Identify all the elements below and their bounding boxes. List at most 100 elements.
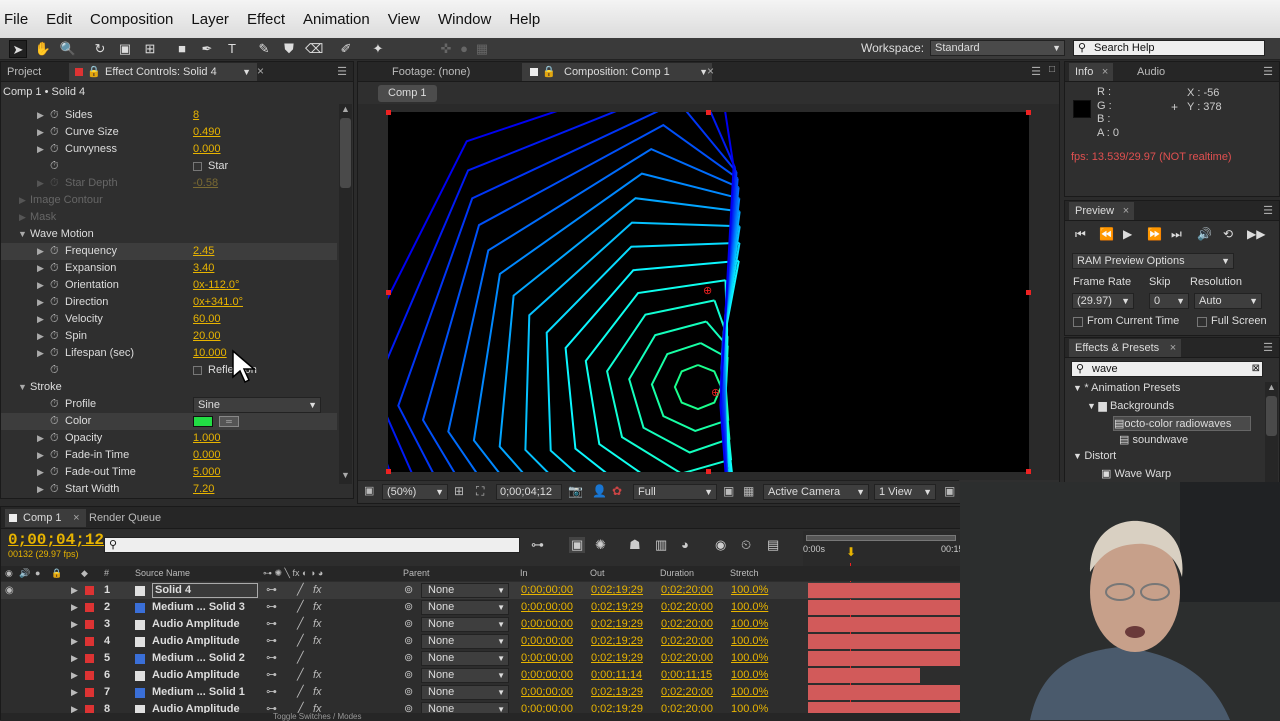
scroll-down-icon[interactable]: ▼: [341, 470, 350, 480]
quality-icon[interactable]: ╱: [297, 616, 304, 633]
layer-source-name[interactable]: Medium ... Solid 2: [152, 650, 245, 667]
shy-icon[interactable]: ⊶: [266, 633, 277, 650]
layer-duration[interactable]: 0;02;20;00: [661, 582, 713, 599]
stopwatch-icon[interactable]: ⏱: [50, 328, 59, 345]
channels-icon[interactable]: ✿: [612, 484, 622, 498]
tab-render-queue[interactable]: Render Queue: [83, 509, 167, 527]
eyedropper-icon[interactable]: ═: [219, 416, 239, 427]
layer-duration-bar[interactable]: [808, 600, 961, 615]
roto-brush-tool-icon[interactable]: ✐: [337, 40, 355, 58]
layer-out-time[interactable]: 0;02;19;29: [591, 616, 643, 633]
lock-icon[interactable]: 🔒: [87, 63, 101, 81]
timeline-layer-row[interactable]: ▶ 3 Audio Amplitude ⊶ ╱ fx ⊚ None ▼ 0;00;00;00 0;0…: [1, 616, 961, 633]
anchor-point-icon[interactable]: ⊕: [703, 284, 712, 297]
pickwhip-icon[interactable]: ⊚: [404, 582, 413, 599]
frame-blending-icon[interactable]: ▥: [655, 537, 667, 553]
quality-icon[interactable]: ╱: [297, 684, 304, 701]
star-checkbox[interactable]: [193, 162, 202, 171]
timeline-search-input[interactable]: ⚲: [104, 537, 520, 553]
tab-effect-controls[interactable]: 🔒 Effect Controls: Solid 4 ▼: [69, 63, 257, 81]
expansion-value[interactable]: 3.40: [193, 260, 214, 277]
stopwatch-icon[interactable]: ⏱: [50, 396, 59, 413]
prop-row-start-width[interactable]: ▶ ⏱ Start Width 7.20: [1, 481, 337, 497]
region-of-interest-icon[interactable]: ▣: [723, 484, 734, 498]
eye-icon[interactable]: ◉: [5, 582, 14, 599]
tree-item-octo-color[interactable]: ▤octo-color radiowaves: [1113, 416, 1251, 431]
tab-audio[interactable]: Audio: [1131, 63, 1171, 81]
panel-menu-icon[interactable]: ☰: [1031, 65, 1041, 78]
close-icon[interactable]: ×: [73, 509, 79, 527]
layer-out-time[interactable]: 0;02;19;29: [591, 582, 643, 599]
work-area-bar[interactable]: [806, 535, 956, 541]
timeline-layer-row[interactable]: ▶ 7 Medium ... Solid 1 ⊶ ╱ fx ⊚ None ▼ 0;00;00;00…: [1, 684, 961, 701]
scrollbar-thumb[interactable]: [340, 118, 351, 188]
prop-row-lifespan[interactable]: ▶ ⏱ Lifespan (sec) 10.000: [1, 345, 337, 362]
stopwatch-icon[interactable]: ⏱: [50, 158, 59, 175]
transform-handle[interactable]: [386, 469, 391, 474]
prop-row-reflection[interactable]: ⏱Reflection: [1, 362, 337, 379]
quality-icon[interactable]: ╱: [297, 582, 304, 599]
skip-dropdown[interactable]: 0 ▼: [1149, 293, 1189, 309]
pickwhip-icon[interactable]: ⊚: [404, 667, 413, 684]
resolution-dropdown[interactable]: Full ▼: [633, 484, 717, 500]
anchor-point-icon[interactable]: ⊕: [711, 386, 720, 399]
orientation-value[interactable]: 0x-112.0°: [193, 277, 239, 294]
layer-duration[interactable]: 0;02;20;00: [661, 599, 713, 616]
rectangle-tool-icon[interactable]: ■: [173, 40, 191, 58]
start-width-value[interactable]: 7.20: [193, 481, 214, 497]
show-snapshot-icon[interactable]: 👤: [592, 484, 607, 498]
axis-mode-icon[interactable]: ✜: [437, 40, 455, 58]
transform-handle[interactable]: [386, 290, 391, 295]
layer-source-name[interactable]: Audio Amplitude: [152, 633, 240, 650]
transparency-grid-icon[interactable]: ▦: [743, 484, 754, 498]
timeline-layer-row[interactable]: ▶ 5 Medium ... Solid 2 ⊶ ╱ ⊚ None ▼ 0;00;00;00 0;…: [1, 650, 961, 667]
opacity-value[interactable]: 1.000: [193, 430, 221, 447]
quality-icon[interactable]: ╱: [297, 633, 304, 650]
fx-icon[interactable]: fx: [313, 667, 322, 684]
close-icon[interactable]: ×: [707, 64, 714, 78]
tree-item-soundwave[interactable]: ▤ soundwave: [1119, 433, 1188, 446]
fx-icon[interactable]: fx: [313, 684, 322, 701]
stopwatch-icon[interactable]: ⏱: [50, 107, 59, 124]
prop-row-expansion[interactable]: ▶ ⏱ Expansion 3.40: [1, 260, 337, 277]
axis-view-icon[interactable]: ▦: [473, 40, 491, 58]
brainstorm-icon[interactable]: ◉: [715, 537, 726, 553]
fade-out-value[interactable]: 5.000: [193, 464, 221, 481]
transform-handle[interactable]: [706, 110, 711, 115]
label-color-icon[interactable]: [85, 620, 94, 629]
layer-stretch[interactable]: 100.0%: [731, 616, 768, 633]
layer-duration[interactable]: 0;02;20;00: [661, 650, 713, 667]
prop-row-fade-in[interactable]: ▶ ⏱ Fade-in Time 0.000: [1, 447, 337, 464]
layer-source-name[interactable]: Audio Amplitude: [152, 616, 240, 633]
menu-view[interactable]: View: [386, 11, 422, 28]
rotate-tool-icon[interactable]: ↻: [91, 40, 109, 58]
tab-effects-presets[interactable]: Effects & Presets ×: [1069, 339, 1182, 357]
transform-handle[interactable]: [1026, 290, 1031, 295]
previous-frame-icon[interactable]: ⏪: [1099, 227, 1114, 241]
layer-out-time[interactable]: 0;02;19;29: [591, 633, 643, 650]
stopwatch-icon[interactable]: ⏱: [50, 277, 59, 294]
stopwatch-icon[interactable]: ⏱: [50, 141, 59, 158]
from-current-checkbox[interactable]: [1073, 317, 1083, 327]
stopwatch-icon[interactable]: ⏱: [50, 362, 59, 379]
pen-tool-icon[interactable]: ✒: [198, 40, 216, 58]
search-help-input[interactable]: ⚲ Search Help: [1073, 40, 1265, 56]
header-source-name[interactable]: Source Name: [135, 566, 190, 581]
quality-icon[interactable]: ╱: [297, 650, 304, 667]
hide-shy-layers-icon[interactable]: ☗: [629, 537, 641, 553]
shy-icon[interactable]: ⊶: [266, 582, 277, 599]
auto-keyframe-icon[interactable]: ⏲: [741, 537, 751, 553]
shy-icon[interactable]: ⊶: [266, 650, 277, 667]
prop-row-star[interactable]: ⏱ Star: [1, 158, 337, 175]
stopwatch-icon[interactable]: ⏱: [50, 243, 59, 260]
section-stroke[interactable]: ▼ Stroke: [1, 379, 337, 396]
layer-source-name[interactable]: Solid 4: [152, 583, 258, 598]
parent-dropdown[interactable]: None ▼: [421, 600, 509, 615]
eraser-tool-icon[interactable]: ⌫: [305, 40, 323, 58]
hand-tool-icon[interactable]: ✋: [34, 40, 52, 58]
current-time-display[interactable]: 0;00;04;12: [496, 484, 562, 500]
frame-rate-dropdown[interactable]: (29.97) ▼: [1072, 293, 1134, 309]
scrollbar-thumb[interactable]: [1266, 396, 1277, 436]
prop-row-velocity[interactable]: ▶ ⏱ Velocity 60.00: [1, 311, 337, 328]
menu-file[interactable]: File: [2, 11, 30, 28]
